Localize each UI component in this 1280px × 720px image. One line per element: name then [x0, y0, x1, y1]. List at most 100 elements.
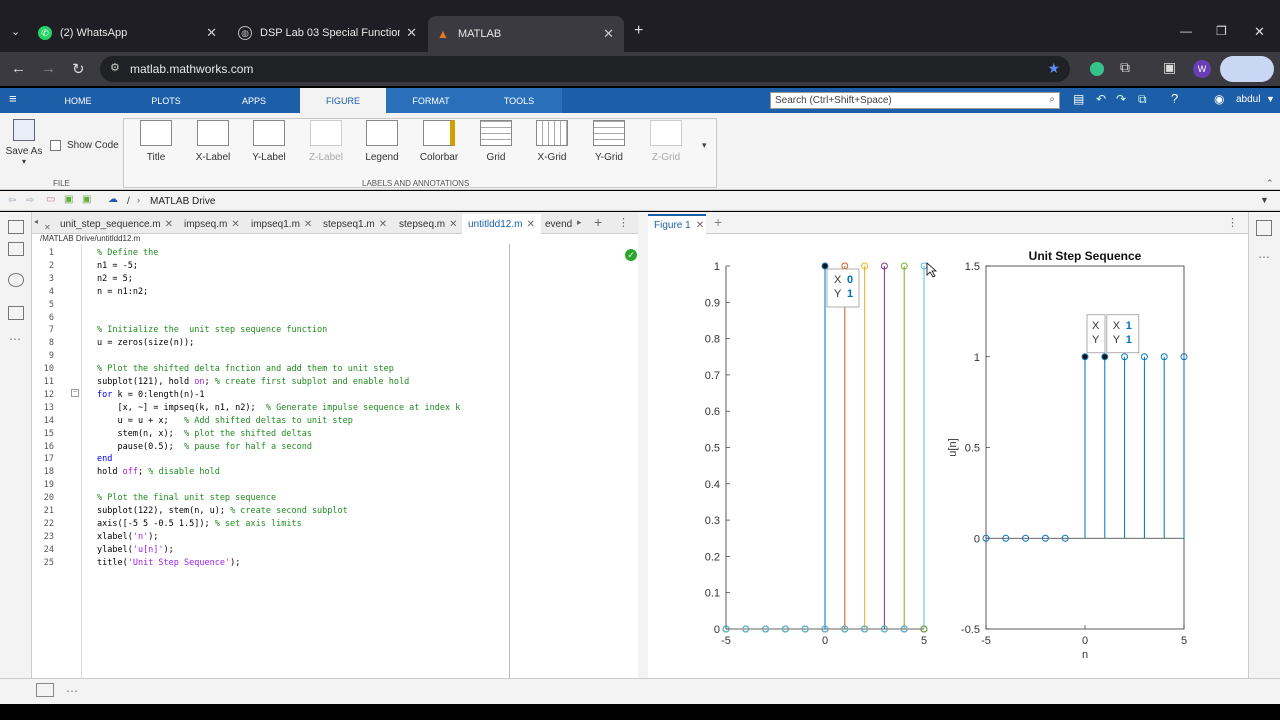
- code-line[interactable]: xlabel('n');: [97, 532, 158, 542]
- axes-1[interactable]: 00.10.20.30.40.50.60.70.80.91-5 0 5X 0Y 1: [705, 261, 938, 647]
- close-tab-icon[interactable]: ✕: [696, 220, 704, 231]
- code-line[interactable]: stem(n, x); % plot the shifted deltas: [97, 429, 311, 439]
- datatip-marker[interactable]: [1082, 354, 1088, 360]
- figure-canvas[interactable]: 00.10.20.30.40.50.60.70.80.91-5 0 5X 0Y 1 -0…: [648, 236, 1248, 676]
- tab-search-icon[interactable]: ⌄: [11, 25, 20, 38]
- show-code-checkbox[interactable]: Show Code: [50, 140, 119, 151]
- more-icon[interactable]: ⋯: [1258, 250, 1270, 264]
- matlab-search-input[interactable]: Search (Ctrl+Shift+Space) ⌕: [770, 92, 1060, 109]
- editor-tab[interactable]: stepseq.m ✕: [399, 214, 458, 234]
- close-tab-icon[interactable]: ✕: [206, 25, 217, 41]
- new-editor-tab-icon[interactable]: +: [594, 214, 602, 230]
- code-line[interactable]: % Plot the shifted delta fnction and add…: [97, 364, 394, 374]
- history-panel-icon[interactable]: [8, 306, 24, 320]
- editor-tab[interactable]: impseq.m ✕: [184, 214, 240, 234]
- site-settings-icon[interactable]: ⚙: [110, 61, 120, 74]
- help-icon[interactable]: ?: [1171, 91, 1178, 106]
- code-line[interactable]: % Plot the final unit step sequence: [97, 493, 276, 503]
- files-panel-icon[interactable]: [8, 220, 24, 234]
- search-panel-icon[interactable]: [8, 273, 24, 287]
- close-tab-icon[interactable]: ✕: [526, 219, 534, 230]
- code-line[interactable]: u = zeros(size(n));: [97, 338, 194, 348]
- reload-icon[interactable]: ↻: [72, 60, 85, 78]
- property-inspector-icon[interactable]: [1256, 220, 1272, 236]
- close-tab-icon[interactable]: ✕: [603, 26, 614, 42]
- bookmark-star-icon[interactable]: ★: [1047, 60, 1060, 77]
- more-icon[interactable]: ⋯: [66, 684, 78, 698]
- code-line[interactable]: n2 = 5;: [97, 274, 133, 284]
- ribbon-expand-icon[interactable]: ▾: [702, 140, 707, 151]
- grid-button[interactable]: Grid: [471, 120, 521, 163]
- undo-icon[interactable]: ↶: [1096, 92, 1106, 106]
- save-as-button[interactable]: Save As ▾: [4, 119, 44, 166]
- code-line[interactable]: pause(0.5); % pause for half a second: [97, 442, 311, 452]
- puzzle-icon[interactable]: ⧉: [1120, 59, 1130, 76]
- breadcrumb-root[interactable]: /: [127, 196, 130, 207]
- zgrid-button[interactable]: Z-Grid: [641, 120, 691, 163]
- hamburger-menu-icon[interactable]: ≡: [9, 91, 17, 106]
- code-line[interactable]: for k = 0:length(n)-1: [97, 390, 204, 400]
- tab-apps[interactable]: APPS: [228, 88, 280, 113]
- xgrid-button[interactable]: X-Grid: [527, 120, 577, 163]
- code-line[interactable]: axis([-5 5 -0.5 1.5]); % set axis limits: [97, 519, 302, 529]
- code-line[interactable]: end: [97, 454, 112, 464]
- breadcrumb-folder[interactable]: MATLAB Drive: [150, 196, 215, 207]
- editor-tab[interactable]: impseq1.m ✕: [251, 214, 312, 234]
- title-button[interactable]: Title: [131, 120, 181, 163]
- command-window-icon[interactable]: [36, 683, 54, 697]
- address-bar[interactable]: ⚙ matlab.mathworks.com ★: [100, 56, 1070, 82]
- browser-tab-matlab[interactable]: ▲ MATLAB ✕: [428, 16, 624, 52]
- checkbox-box[interactable]: [50, 140, 61, 151]
- editor-tab[interactable]: stepseq1.m ✕: [323, 214, 387, 234]
- code-analyzer-ok-icon[interactable]: ✓: [625, 249, 637, 261]
- user-name[interactable]: abdul: [1236, 94, 1260, 105]
- new-tab-icon[interactable]: +: [634, 22, 643, 40]
- up-folder-icon[interactable]: ▭: [46, 194, 55, 205]
- legend-button[interactable]: Legend: [357, 120, 407, 163]
- code-line[interactable]: ylabel('u[n]');: [97, 545, 174, 555]
- breadcrumb-dropdown-icon[interactable]: ▼: [1260, 195, 1269, 205]
- code-line[interactable]: n = n1:n2;: [97, 287, 148, 297]
- workspace-panel-icon[interactable]: [8, 242, 24, 256]
- close-window-icon[interactable]: ✕: [1254, 24, 1265, 40]
- user-dropdown-icon[interactable]: ▼: [1266, 94, 1275, 104]
- tab-home[interactable]: HOME: [52, 88, 104, 113]
- code-line[interactable]: % Define the: [97, 248, 158, 258]
- code-line[interactable]: subplot(121), hold on; % create first su…: [97, 377, 409, 387]
- tab-figure[interactable]: FIGURE: [300, 88, 386, 113]
- close-tab-icon[interactable]: ✕: [406, 25, 417, 41]
- tab-scroll-right-icon[interactable]: ▸: [577, 217, 582, 228]
- minimize-icon[interactable]: —: [1180, 24, 1192, 38]
- axes-2[interactable]: -0.5 0 0.5 1 1.5 -5 0 5 Unit Step Sequence n u[n] X…: [947, 249, 1188, 661]
- colorbar-button[interactable]: Colorbar: [414, 120, 464, 163]
- datatip-marker[interactable]: [1102, 354, 1108, 360]
- editor-options-icon[interactable]: ⋮: [618, 216, 629, 229]
- datatip-box[interactable]: [826, 268, 860, 308]
- tab-menu-icon[interactable]: ◂: [34, 217, 38, 226]
- close-tab-icon[interactable]: ✕: [304, 219, 312, 230]
- code-line[interactable]: subplot(122), stem(n, u); % create secon…: [97, 506, 348, 516]
- editor-tab-active[interactable]: untitldd12.m ✕: [462, 214, 541, 234]
- ylabel-button[interactable]: Y-Label: [244, 120, 294, 163]
- code-line[interactable]: n1 = -5;: [97, 261, 138, 271]
- browser-tab-whatsapp[interactable]: ✆ (2) WhatsApp ✕: [38, 18, 223, 48]
- close-tab-icon[interactable]: ✕: [379, 219, 387, 230]
- new-figure-tab-icon[interactable]: +: [714, 214, 722, 230]
- redo-icon[interactable]: ↷: [1116, 92, 1126, 106]
- window-layout-icon[interactable]: ⧉: [1138, 92, 1147, 107]
- back-icon[interactable]: ←: [11, 60, 26, 77]
- nav-forward-icon[interactable]: ⇨: [26, 195, 34, 206]
- sidebar-icon[interactable]: ▣: [1163, 59, 1176, 76]
- code-line[interactable]: u = u + x; % Add shifted deltas to unit …: [97, 416, 352, 426]
- figure-options-icon[interactable]: ⋮: [1227, 216, 1238, 229]
- panel-splitter[interactable]: [638, 212, 648, 678]
- tab-plots[interactable]: PLOTS: [138, 88, 194, 113]
- ygrid-button[interactable]: Y-Grid: [584, 120, 634, 163]
- browse-folder-icon[interactable]: ▣: [64, 194, 73, 205]
- user-icon[interactable]: ◉: [1214, 92, 1224, 106]
- close-tab-icon[interactable]: ✕: [231, 219, 239, 230]
- tab-tools[interactable]: TOOLS: [476, 88, 562, 113]
- editor-tab[interactable]: evend: [545, 214, 575, 234]
- figure-tab[interactable]: Figure 1 ✕: [648, 214, 706, 234]
- nav-back-icon[interactable]: ⇦: [8, 195, 16, 206]
